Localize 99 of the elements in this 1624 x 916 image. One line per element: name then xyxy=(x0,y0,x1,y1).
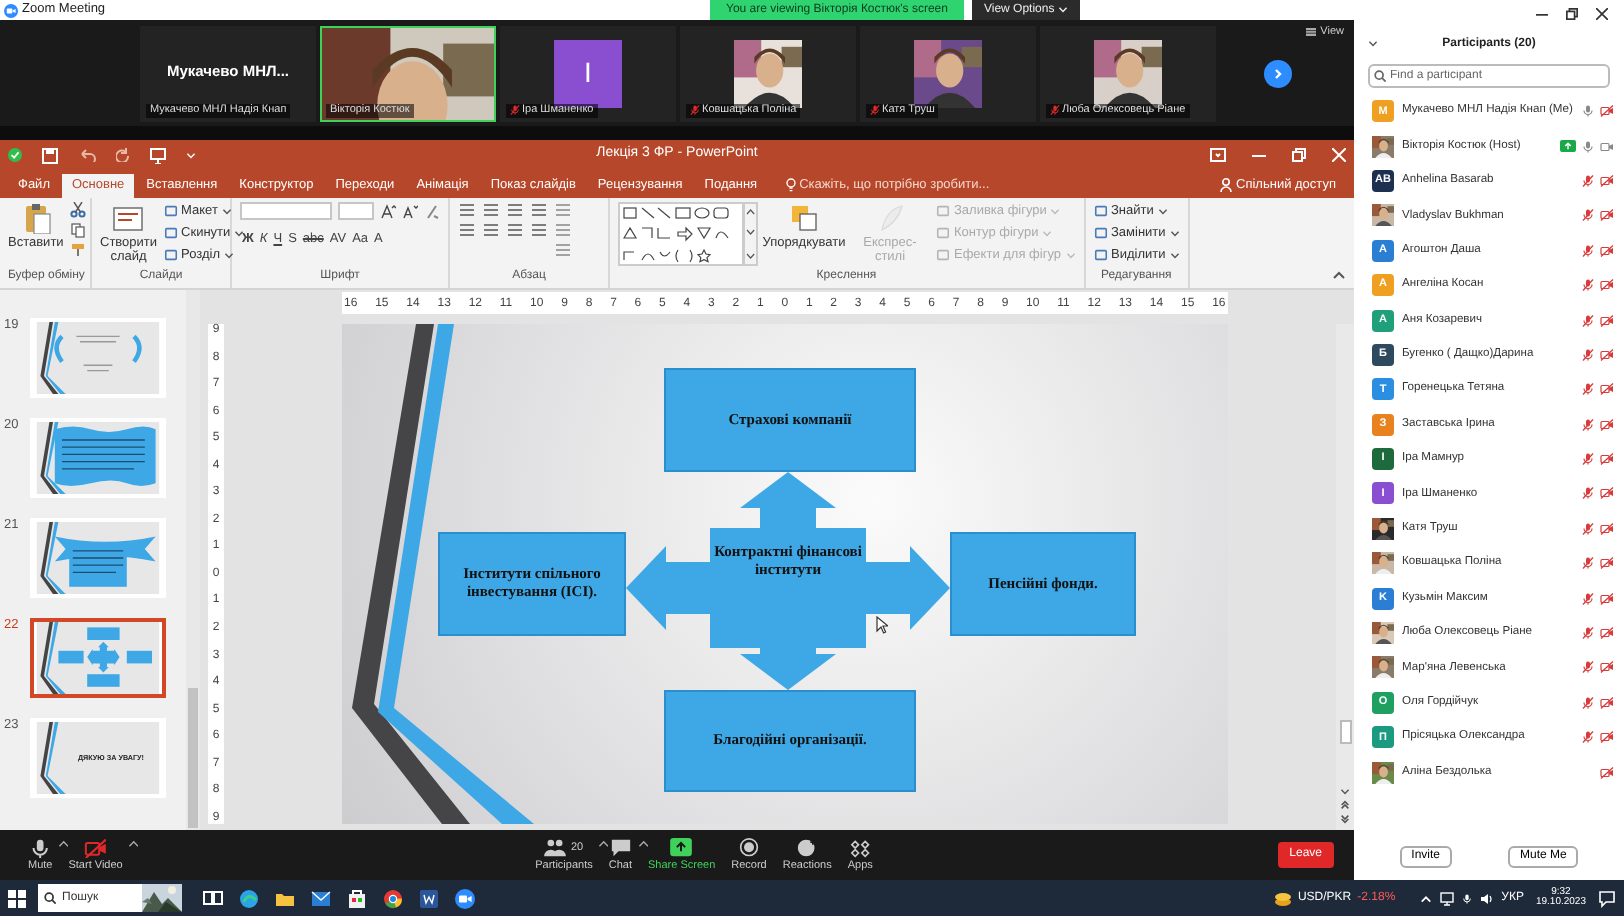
task-view-icon[interactable] xyxy=(202,887,224,909)
slide-thumbnail[interactable] xyxy=(30,518,166,598)
caret-icon[interactable] xyxy=(598,840,609,849)
paragraph-icon[interactable] xyxy=(506,202,524,218)
slide-preview-drawing xyxy=(34,722,162,794)
muted-mic-icon xyxy=(1050,104,1060,117)
word-icon[interactable] xyxy=(418,887,440,909)
network-icon[interactable] xyxy=(1439,891,1454,905)
presentation-icon[interactable] xyxy=(150,147,166,163)
close-icon[interactable] xyxy=(1596,8,1608,20)
grid-icon xyxy=(1306,28,1317,37)
copy-icon[interactable] xyxy=(69,222,86,238)
coins-icon xyxy=(1273,889,1292,907)
previous-slide-icon[interactable] xyxy=(1340,800,1350,810)
microphone-icon[interactable] xyxy=(1461,891,1472,905)
reactions-icon xyxy=(796,837,819,858)
chevron-right-icon xyxy=(1272,67,1284,79)
slide-preview-drawing xyxy=(34,622,162,694)
share-screen-icon xyxy=(670,837,693,858)
slide-preview-drawing xyxy=(34,522,162,594)
undo-icon[interactable] xyxy=(78,148,96,162)
muted-mic-icon xyxy=(870,104,880,117)
square-icon xyxy=(163,248,178,262)
chat-icon xyxy=(609,837,632,858)
search-icon xyxy=(44,892,56,904)
record-icon xyxy=(738,837,760,858)
mail-icon[interactable] xyxy=(310,887,332,909)
caret-icon[interactable] xyxy=(638,840,648,849)
video-off-icon xyxy=(84,837,107,858)
caret-icon xyxy=(221,207,232,215)
next-page-button[interactable] xyxy=(1264,59,1292,87)
edge-browser-icon[interactable] xyxy=(238,887,260,909)
save-icon[interactable] xyxy=(42,147,58,163)
microphone-icon xyxy=(29,837,52,858)
square-icon xyxy=(936,248,950,262)
apps-icon xyxy=(849,837,872,858)
caret-icon xyxy=(234,229,245,237)
collapse-ribbon-icon[interactable] xyxy=(1332,270,1346,280)
lightbulb-icon xyxy=(785,177,796,192)
volume-icon[interactable] xyxy=(1479,891,1494,905)
square-icon xyxy=(1093,226,1107,240)
paragraph-icon[interactable] xyxy=(506,222,524,238)
collapse-icon[interactable] xyxy=(1368,40,1378,48)
caret-icon[interactable] xyxy=(128,840,139,849)
shrink-font-icon[interactable] xyxy=(402,203,418,219)
caret-icon xyxy=(1157,207,1168,215)
paragraph-icon[interactable] xyxy=(530,222,548,238)
paragraph-icon[interactable] xyxy=(458,202,476,218)
slide-preview-drawing xyxy=(34,422,162,494)
chrome-browser-icon[interactable] xyxy=(382,887,404,909)
zoom-app-icon[interactable] xyxy=(454,887,476,909)
paragraph-icon[interactable] xyxy=(482,222,500,238)
caret-icon xyxy=(1058,6,1069,14)
caret-icon[interactable] xyxy=(58,840,69,849)
paragraph-icon[interactable] xyxy=(530,202,548,218)
muted-mic-icon xyxy=(510,104,520,117)
paragraph-icon[interactable] xyxy=(482,202,500,218)
clear-format-icon[interactable] xyxy=(424,203,440,219)
participants-icon xyxy=(544,837,567,858)
shield-icon xyxy=(8,148,22,162)
square-icon xyxy=(1093,248,1107,262)
slide-thumbnail[interactable] xyxy=(30,618,166,698)
square-icon xyxy=(936,226,950,240)
square-icon xyxy=(163,226,178,240)
square-icon xyxy=(163,204,178,218)
caret-icon xyxy=(1169,229,1180,237)
scrollbar-thumb[interactable] xyxy=(188,688,198,828)
cursor-icon xyxy=(876,616,888,634)
caret-icon xyxy=(224,251,234,259)
grow-font-icon[interactable] xyxy=(380,203,396,219)
caret-icon xyxy=(1169,251,1180,259)
caret-icon xyxy=(1042,229,1053,237)
restore-icon[interactable] xyxy=(1566,8,1578,20)
person-icon xyxy=(1220,177,1233,192)
notifications-icon[interactable] xyxy=(1598,889,1616,907)
caret-icon xyxy=(1065,251,1075,259)
paragraph-icon[interactable] xyxy=(458,222,476,238)
windows-start-icon[interactable] xyxy=(8,889,26,907)
store-icon[interactable] xyxy=(346,887,368,909)
minimize-icon[interactable] xyxy=(1536,8,1548,20)
format-painter-icon[interactable] xyxy=(69,242,86,258)
avatar-letter: І xyxy=(554,39,622,107)
search-icon xyxy=(1374,70,1386,82)
font-size-field[interactable] xyxy=(338,202,374,220)
next-slide-icon[interactable] xyxy=(1340,814,1350,824)
square-icon xyxy=(1093,204,1107,218)
square-icon xyxy=(936,204,950,218)
muted-mic-icon xyxy=(690,104,700,117)
ribbon-display-icon[interactable] xyxy=(1210,148,1226,162)
scissors-icon[interactable] xyxy=(69,202,86,218)
slide-thumbnail[interactable] xyxy=(30,318,166,398)
chevron-up-icon[interactable] xyxy=(1419,893,1432,903)
font-name-field[interactable] xyxy=(240,202,332,220)
scroll-down-icon[interactable] xyxy=(1340,788,1350,796)
redo-icon[interactable] xyxy=(116,148,130,162)
slide-preview-drawing xyxy=(34,322,162,394)
scrollbar-thumb[interactable] xyxy=(1339,720,1351,744)
caret-icon xyxy=(1050,207,1061,215)
slide-thumbnail[interactable] xyxy=(30,418,166,498)
